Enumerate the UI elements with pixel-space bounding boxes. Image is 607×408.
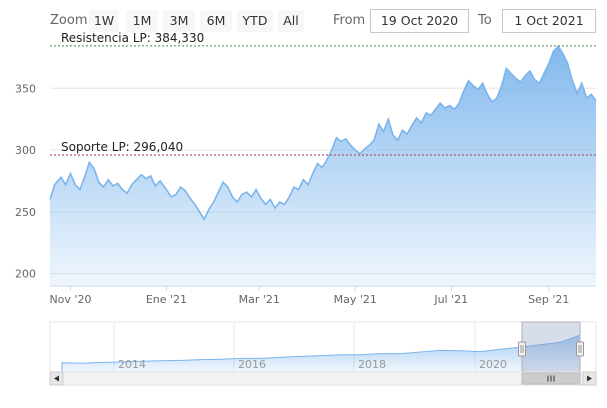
y-tick-label: 350	[15, 82, 36, 95]
plot-line-label: Soporte LP: 296,040	[61, 140, 183, 154]
navigator-handle-right[interactable]	[576, 341, 584, 357]
navigator-tick-label: 2014	[118, 358, 146, 371]
scrollbar-left-arrow[interactable]	[49, 371, 64, 386]
x-tick-label: Mar '21	[239, 293, 280, 306]
y-tick-label: 300	[15, 144, 36, 157]
x-tick-label: Jul '21	[433, 293, 468, 306]
x-axis-ticks: Nov '20 Ene '21 Mar '21 May '21 Jul '21 Sep '…	[49, 286, 569, 306]
x-tick-label: Nov '20	[49, 293, 91, 306]
y-tick-label: 250	[15, 206, 36, 219]
y-tick-label: 200	[15, 268, 36, 281]
navigator-tick-label: 2020	[479, 358, 507, 371]
plot-line-label: Resistencia LP: 384,330	[61, 31, 204, 45]
chart-svg: 200 250 300 350 Resistencia LP: 384,330 Sopo…	[15, 31, 597, 386]
navigator-tick-label: 2018	[358, 358, 386, 371]
navigator-selection[interactable]	[521, 321, 581, 373]
x-tick-label: Ene '21	[146, 293, 187, 306]
x-tick-label: Sep '21	[528, 293, 569, 306]
navigator-handle-left[interactable]	[518, 341, 526, 357]
scrollbar-track[interactable]	[49, 371, 597, 386]
navigator-tick-label: 2016	[238, 358, 266, 371]
scrollbar-right-arrow[interactable]	[582, 371, 597, 386]
scrollbar-thumb[interactable]	[521, 372, 581, 385]
x-tick-label: May '21	[334, 293, 377, 306]
y-axis-labels: 200 250 300 350	[15, 82, 36, 280]
